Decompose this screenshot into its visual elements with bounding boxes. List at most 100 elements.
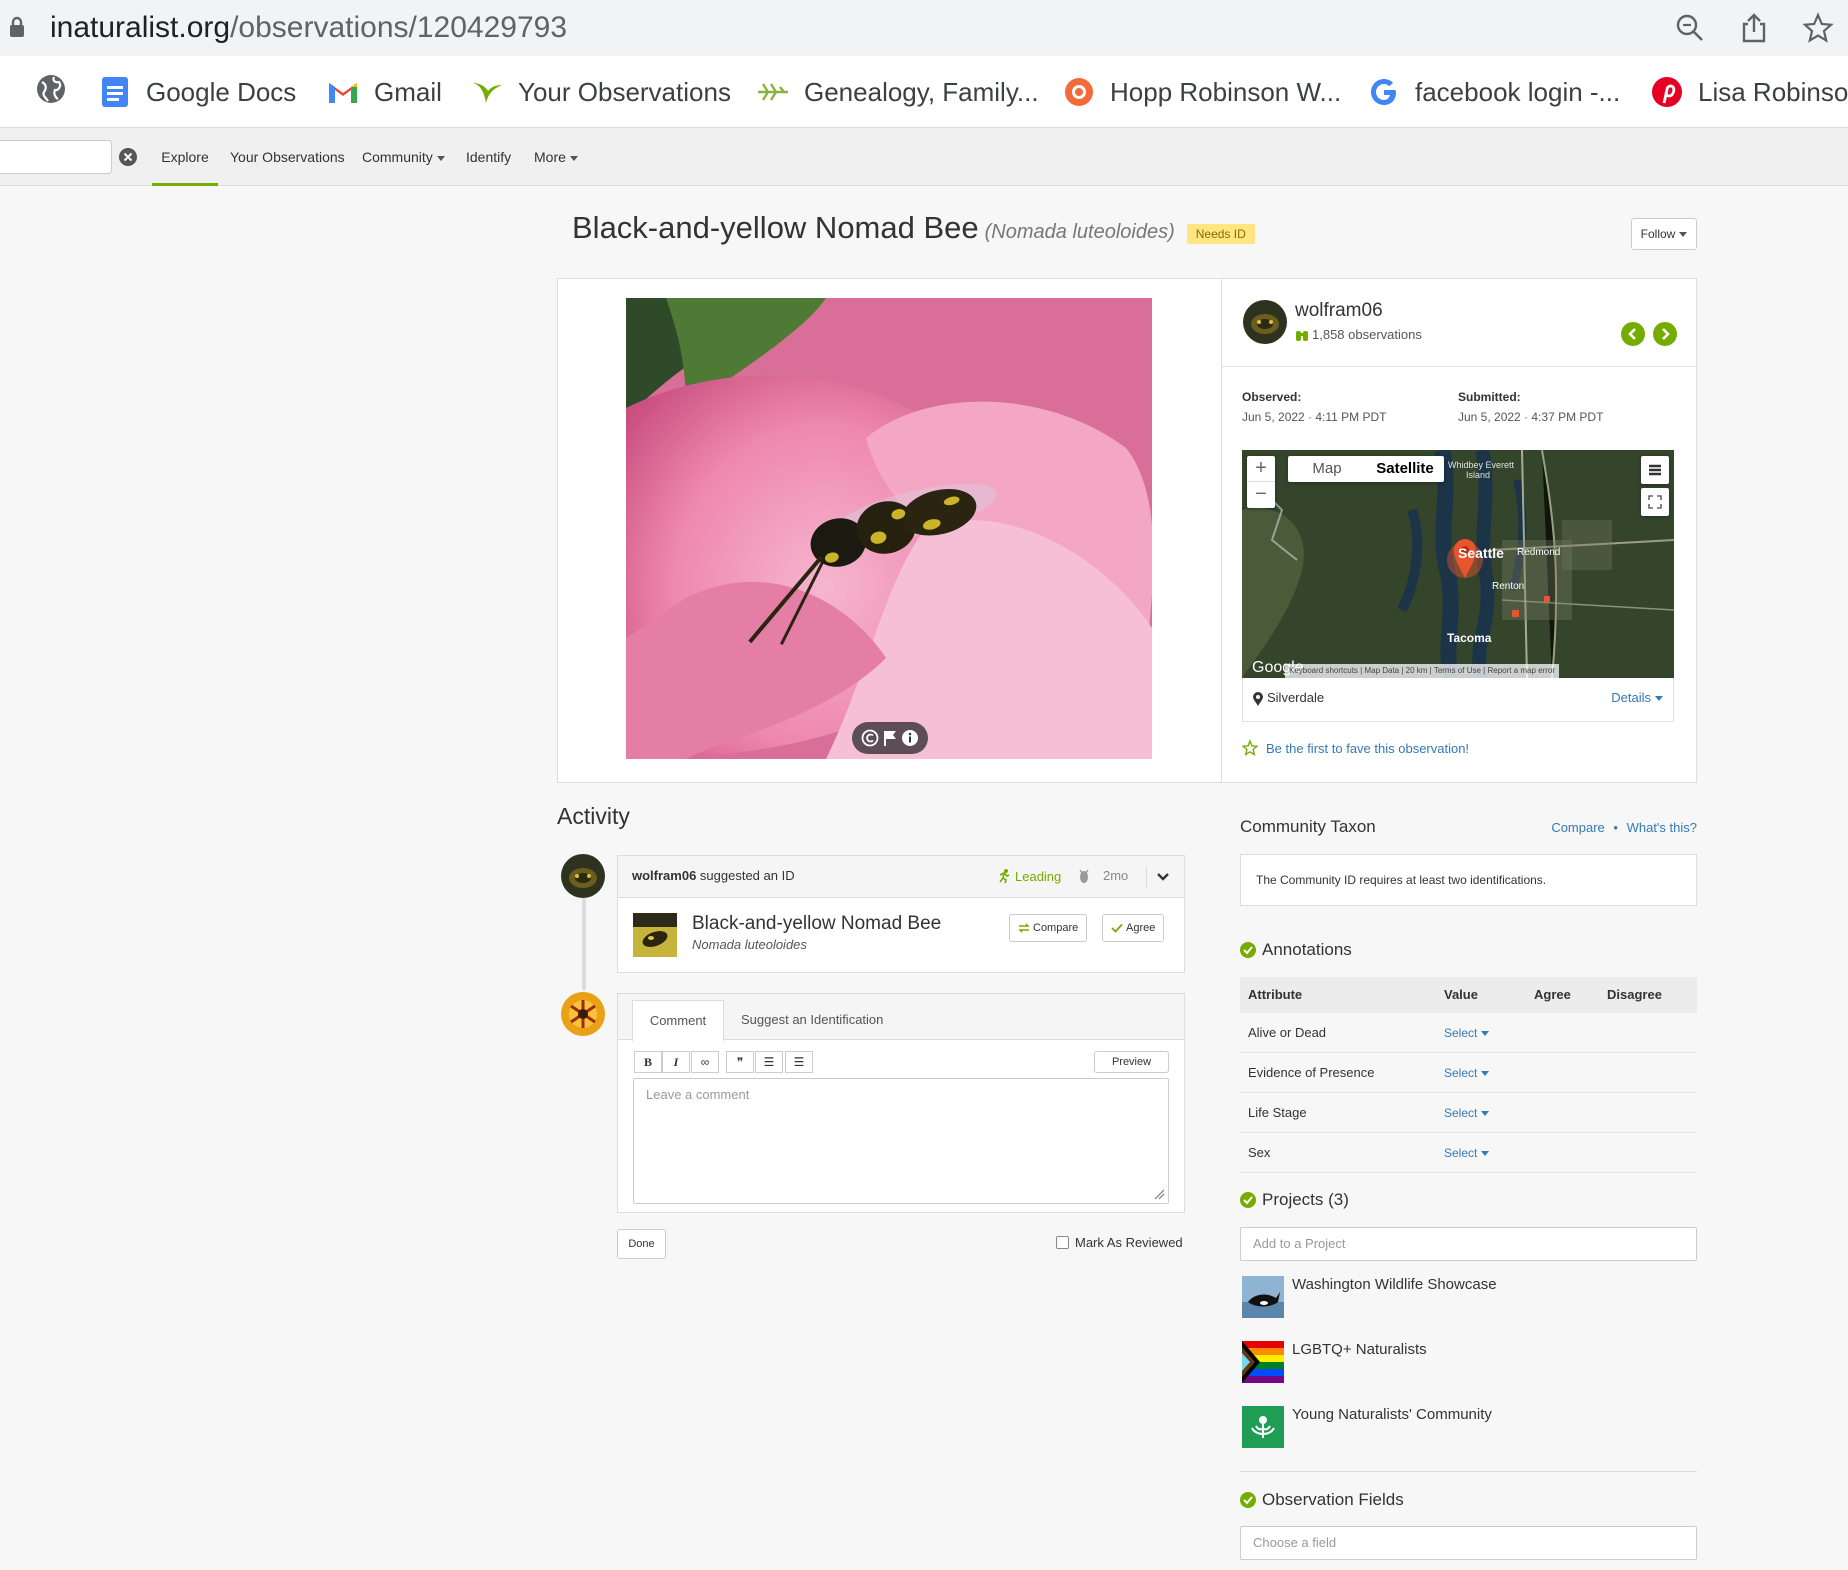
details-label: Details (1611, 690, 1651, 705)
share-icon[interactable] (1738, 12, 1770, 44)
taxon-common-name[interactable]: Black-and-yellow Nomad Bee (692, 913, 941, 935)
bookmark-label: Hopp Robinson W... (1110, 76, 1342, 107)
bookmark-gmail[interactable]: Gmail (326, 72, 442, 112)
zoom-in-button[interactable]: + (1247, 456, 1275, 482)
taxon-scientific-name[interactable]: Nomada luteoloides (692, 937, 807, 952)
tab-suggest-identification[interactable]: Suggest an Identification (741, 1000, 883, 1041)
nav-more[interactable]: More (534, 128, 578, 186)
bookmark-your-observations[interactable]: Your Observations (470, 72, 731, 112)
project-name[interactable]: LGBTQ+ Naturalists (1292, 1341, 1427, 1358)
quote-button[interactable]: ❞ (726, 1051, 754, 1073)
community-id-message: The Community ID requires at least two i… (1240, 854, 1697, 906)
project-icon[interactable] (1242, 1276, 1284, 1318)
annotation-select-dropdown[interactable]: Select (1444, 1093, 1490, 1133)
binoculars-icon (1296, 330, 1308, 341)
annotations-heading[interactable]: Annotations (1240, 940, 1352, 960)
tab-comment[interactable]: Comment (632, 1000, 724, 1041)
avatar[interactable] (1243, 300, 1287, 344)
nav-your-observations[interactable]: Your Observations (230, 128, 345, 186)
add-to-project-input[interactable]: Add to a Project (1240, 1227, 1697, 1261)
compare-link[interactable]: Compare (1551, 820, 1604, 835)
nav-identify[interactable]: Identify (466, 128, 511, 186)
user-avatar-image (1243, 300, 1287, 344)
observer-username[interactable]: wolfram06 (1295, 300, 1383, 322)
zoom-out-button[interactable]: − (1247, 482, 1275, 508)
checkbox-box[interactable] (1056, 1236, 1069, 1249)
annotation-select-dropdown[interactable]: Select (1444, 1053, 1490, 1093)
italic-button[interactable]: I (662, 1051, 690, 1073)
map-tab-map[interactable]: Map (1288, 456, 1366, 482)
leading-badge: Leading (996, 868, 1061, 884)
projects-heading[interactable]: Projects (3) (1240, 1190, 1349, 1210)
map-fullscreen-button[interactable] (1641, 488, 1669, 516)
annotation-select-dropdown[interactable]: Select (1444, 1133, 1490, 1173)
zoom-icon[interactable] (1674, 12, 1706, 44)
map-details-dropdown[interactable]: Details (1611, 690, 1663, 705)
map-attribution[interactable]: Keyboard shortcuts | Map Data | 20 km | … (1285, 664, 1560, 678)
scientific-name: (Nomada luteoloides) (984, 221, 1175, 243)
choose-field-input[interactable]: Choose a field (1240, 1526, 1697, 1560)
bookmark-facebook-login[interactable]: facebook login -... (1367, 72, 1620, 112)
map-label-renton: Renton (1492, 581, 1524, 592)
globe-icon[interactable] (34, 72, 68, 106)
whats-this-link[interactable]: What's this? (1627, 820, 1697, 835)
table-row: Life Stage Select (1240, 1093, 1697, 1133)
link-button[interactable]: ∞ (691, 1051, 719, 1073)
project-icon[interactable] (1242, 1341, 1284, 1383)
clear-search-icon[interactable] (118, 147, 138, 167)
project-name[interactable]: Washington Wildlife Showcase (1292, 1276, 1497, 1293)
site-search-input[interactable] (0, 140, 112, 174)
divider (1222, 366, 1697, 367)
map-label-island: Island (1466, 470, 1490, 480)
mark-reviewed-label: Mark As Reviewed (1075, 1235, 1183, 1250)
url-text[interactable]: inaturalist.org/observations/120429793 (50, 10, 567, 46)
next-observation-button[interactable] (1653, 322, 1677, 346)
done-button[interactable]: Done (617, 1229, 666, 1259)
annotation-select-dropdown[interactable]: Select (1444, 1013, 1490, 1053)
bookmark-hopp-robinson[interactable]: Hopp Robinson W... (1062, 72, 1341, 112)
preview-button[interactable]: Preview (1094, 1051, 1169, 1073)
chevron-down-icon (1481, 1111, 1490, 1117)
pride-flag-icon (1242, 1341, 1284, 1383)
map-tab-satellite[interactable]: Satellite (1366, 456, 1444, 482)
resize-handle-icon[interactable] (1153, 1188, 1165, 1200)
compare-label: Compare (1033, 922, 1079, 934)
comment-textarea[interactable]: Leave a comment (633, 1078, 1169, 1204)
flag-icon[interactable] (882, 729, 898, 747)
select-label: Select (1444, 1066, 1478, 1080)
follow-button[interactable]: Follow (1631, 218, 1697, 250)
observation-count[interactable]: 1,858 observations (1295, 327, 1422, 342)
nav-community[interactable]: Community (362, 128, 445, 186)
mark-reviewed-checkbox[interactable]: Mark As Reviewed (1056, 1235, 1183, 1250)
observation-fields-heading[interactable]: Observation Fields (1240, 1490, 1404, 1510)
agree-button[interactable]: Agree (1102, 914, 1165, 942)
bookmarks-bar: Google Docs Gmail Your Observations Gene… (0, 56, 1848, 128)
bullet-list-button[interactable]: ☰ (755, 1051, 783, 1073)
avatar[interactable] (561, 992, 605, 1036)
fave-link[interactable]: Be the first to fave this observation! (1242, 740, 1469, 756)
bookmark-genealogy[interactable]: Genealogy, Family... (756, 72, 1039, 112)
bookmark-google-docs[interactable]: Google Docs (98, 72, 296, 112)
project-icon[interactable] (1242, 1406, 1284, 1448)
avatar[interactable] (561, 854, 605, 898)
chevron-down-icon (1481, 1151, 1490, 1157)
compare-button[interactable]: Compare (1009, 914, 1088, 942)
previous-observation-button[interactable] (1621, 322, 1645, 346)
chevron-down-icon[interactable] (1154, 868, 1172, 886)
bold-button[interactable]: B (634, 1051, 662, 1073)
check-circle-icon (1240, 1192, 1256, 1208)
numbered-list-button[interactable]: ☰ (785, 1051, 813, 1073)
project-name[interactable]: Young Naturalists' Community (1292, 1406, 1492, 1423)
observation-photo[interactable] (626, 298, 1152, 759)
info-icon[interactable] (901, 729, 919, 747)
star-bookmark-icon[interactable] (1802, 12, 1834, 44)
map-layers-button[interactable] (1641, 456, 1669, 484)
taxon-thumbnail[interactable] (633, 913, 677, 957)
divider (1240, 1471, 1697, 1472)
bookmark-lisa-robinson[interactable]: Lisa Robinson (1650, 72, 1848, 112)
location-map[interactable]: Seattle Redmond Renton Tacoma Whidbey Ev… (1242, 450, 1674, 678)
id-username[interactable]: wolfram06 (632, 868, 696, 883)
nav-explore[interactable]: Explore (152, 128, 218, 186)
copyright-icon[interactable] (861, 729, 879, 747)
submitted-date: Jun 5, 2022 · 4:37 PM PDT (1458, 410, 1604, 424)
